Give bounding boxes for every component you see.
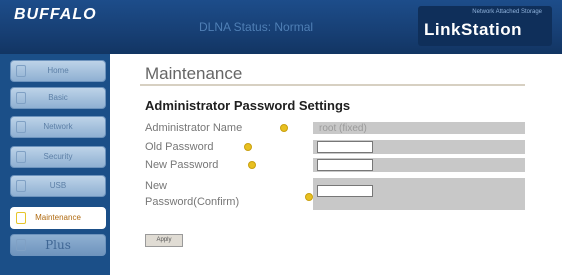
sidebar-item-network[interactable]: Network bbox=[10, 116, 106, 138]
sidebar-item-usb[interactable]: USB bbox=[10, 175, 106, 197]
brand-name: LinkStation bbox=[424, 20, 523, 39]
title-divider bbox=[140, 84, 525, 86]
old-password-input[interactable] bbox=[317, 141, 373, 153]
confirm-password-cell bbox=[313, 178, 525, 210]
sidebar-item-label: Basic bbox=[48, 93, 68, 102]
apply-button[interactable]: Apply bbox=[145, 234, 183, 247]
sidebar-item-home[interactable]: Home bbox=[10, 60, 106, 82]
confirm-password-row: New Password(Confirm) bbox=[145, 178, 525, 210]
sidebar-item-plus[interactable]: Plus bbox=[10, 234, 106, 256]
help-icon[interactable] bbox=[244, 143, 252, 151]
new-password-cell bbox=[313, 158, 525, 172]
sidebar-item-basic[interactable]: Basic bbox=[10, 87, 106, 109]
dlna-status: DLNA Status: Normal bbox=[199, 20, 314, 34]
section-title: Administrator Password Settings bbox=[145, 98, 351, 113]
admin-name-value: root (fixed) bbox=[319, 123, 367, 134]
sidebar-item-label: Network bbox=[43, 122, 73, 131]
help-icon[interactable] bbox=[280, 124, 288, 132]
buffalo-logo: BUFFALO bbox=[14, 6, 97, 23]
sidebar-item-maintenance[interactable]: Maintenance bbox=[10, 207, 106, 229]
sidebar-item-label: Home bbox=[47, 66, 69, 75]
sidebar-item-label: Plus bbox=[45, 238, 71, 252]
brand-tagline: Network Attached Storage bbox=[472, 9, 542, 15]
new-password-input[interactable] bbox=[317, 159, 373, 171]
admin-name-row: Administrator Name root (fixed) bbox=[145, 122, 525, 134]
help-icon[interactable] bbox=[305, 193, 313, 201]
old-password-row: Old Password bbox=[145, 140, 525, 154]
header-bar: BUFFALO DLNA Status: Normal Network Atta… bbox=[0, 0, 562, 54]
confirm-password-label-line1: New bbox=[145, 180, 168, 192]
help-icon[interactable] bbox=[248, 161, 256, 169]
admin-name-label: Administrator Name bbox=[145, 122, 243, 134]
old-password-cell bbox=[313, 140, 525, 154]
page-title: Maintenance bbox=[145, 64, 243, 83]
sidebar-item-label: Security bbox=[43, 152, 73, 161]
sidebar-item-label: USB bbox=[49, 181, 67, 190]
linkstation-brand: Network Attached Storage LinkStation bbox=[418, 6, 552, 46]
confirm-password-label-line2: Password(Confirm) bbox=[145, 196, 240, 208]
sidebar-item-security[interactable]: Security bbox=[10, 146, 106, 168]
new-password-row: New Password bbox=[145, 158, 525, 172]
old-password-label: Old Password bbox=[145, 141, 214, 153]
sidebar: Home Basic Network Security USB Maintena… bbox=[0, 54, 110, 275]
sidebar-item-label: Maintenance bbox=[35, 213, 81, 222]
confirm-password-input[interactable] bbox=[317, 185, 373, 197]
new-password-label: New Password bbox=[145, 159, 219, 171]
admin-name-field: root (fixed) bbox=[313, 122, 525, 134]
